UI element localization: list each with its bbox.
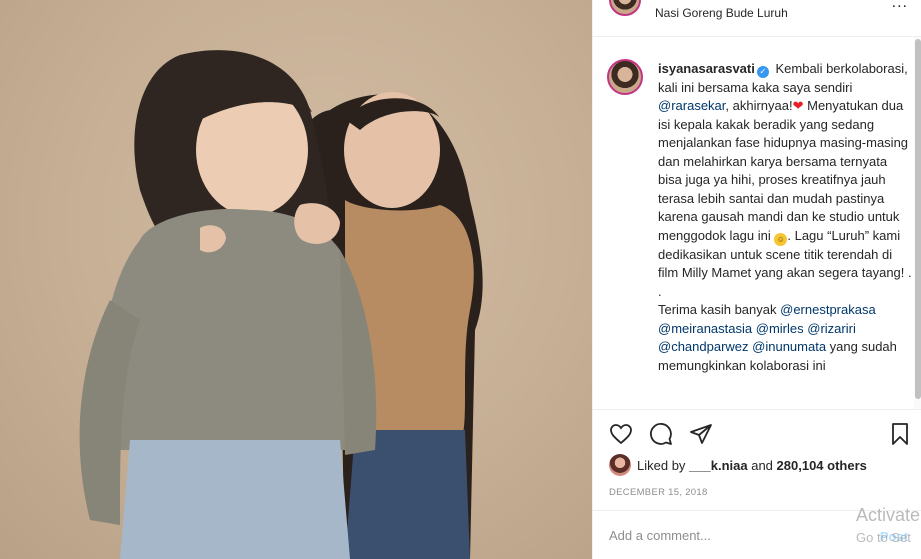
mention-link[interactable]: @rarasekar (658, 98, 725, 113)
caption-author-avatar[interactable] (607, 59, 643, 95)
comment-icon[interactable] (649, 422, 673, 446)
mention-link[interactable]: @inunumata (752, 339, 826, 354)
mention-link[interactable]: @rizariri (807, 321, 856, 336)
bookmark-icon[interactable] (888, 422, 912, 446)
caption-scroll-area[interactable]: isyanasarasvati ✓ Kembali berkolaborasi, … (593, 37, 921, 409)
windows-activation-subtext: Go to Set (856, 530, 911, 545)
caption-text: Terima kasih banyak (658, 302, 781, 317)
likes-prefix: Liked by (637, 458, 686, 473)
likes-summary: Liked by ___k.niaa and 280,104 others (609, 454, 909, 476)
caption-dot: . (658, 283, 662, 299)
post-details-panel: Nasi Goreng Bude Luruh ... isyanasarasva… (592, 0, 921, 559)
photo-illustration (79, 50, 483, 559)
mention-link[interactable]: @ernestprakasa (780, 302, 876, 317)
windows-activation-watermark: Activate (856, 505, 921, 525)
post-date[interactable]: DECEMBER 15, 2018 (609, 487, 708, 498)
caption-scrollbar[interactable] (914, 37, 921, 409)
verified-badge-icon: ✓ (756, 66, 769, 78)
paper-plane-icon[interactable] (689, 422, 713, 446)
heart-outline-icon[interactable] (609, 422, 633, 446)
mention-link[interactable]: @chandparwez (658, 339, 749, 354)
likes-connector: and (751, 458, 773, 473)
location-link[interactable]: Nasi Goreng Bude Luruh (655, 6, 788, 20)
more-options-icon[interactable]: ... (892, 0, 908, 12)
post-caption: isyanasarasvati ✓ Kembali berkolaborasi, … (658, 60, 913, 375)
scrollbar-thumb[interactable] (915, 39, 921, 399)
post-photo[interactable] (0, 0, 592, 559)
laughing-emoji-icon: ☺ (774, 232, 788, 246)
mention-link[interactable]: @meiranastasia (658, 321, 752, 336)
likes-count[interactable]: 280,104 others (777, 458, 867, 473)
likes-text: Liked by ___k.niaa and 280,104 others (637, 458, 867, 473)
post-actions (593, 409, 921, 453)
comment-input[interactable] (609, 528, 839, 543)
caption-text: Menyatukan dua isi kepala kakak beradik … (658, 98, 909, 243)
caption-username[interactable]: isyanasarasvati (658, 61, 755, 76)
post-header: Nasi Goreng Bude Luruh ... (593, 0, 921, 37)
liker-username[interactable]: ___k.niaa (689, 458, 748, 473)
liker-avatar[interactable] (609, 454, 631, 476)
caption-text: , akhirnyaa! (725, 98, 793, 113)
author-avatar[interactable] (609, 0, 641, 16)
mention-link[interactable]: @mirles (756, 321, 804, 336)
red-heart-emoji-icon: ❤ (792, 98, 804, 113)
